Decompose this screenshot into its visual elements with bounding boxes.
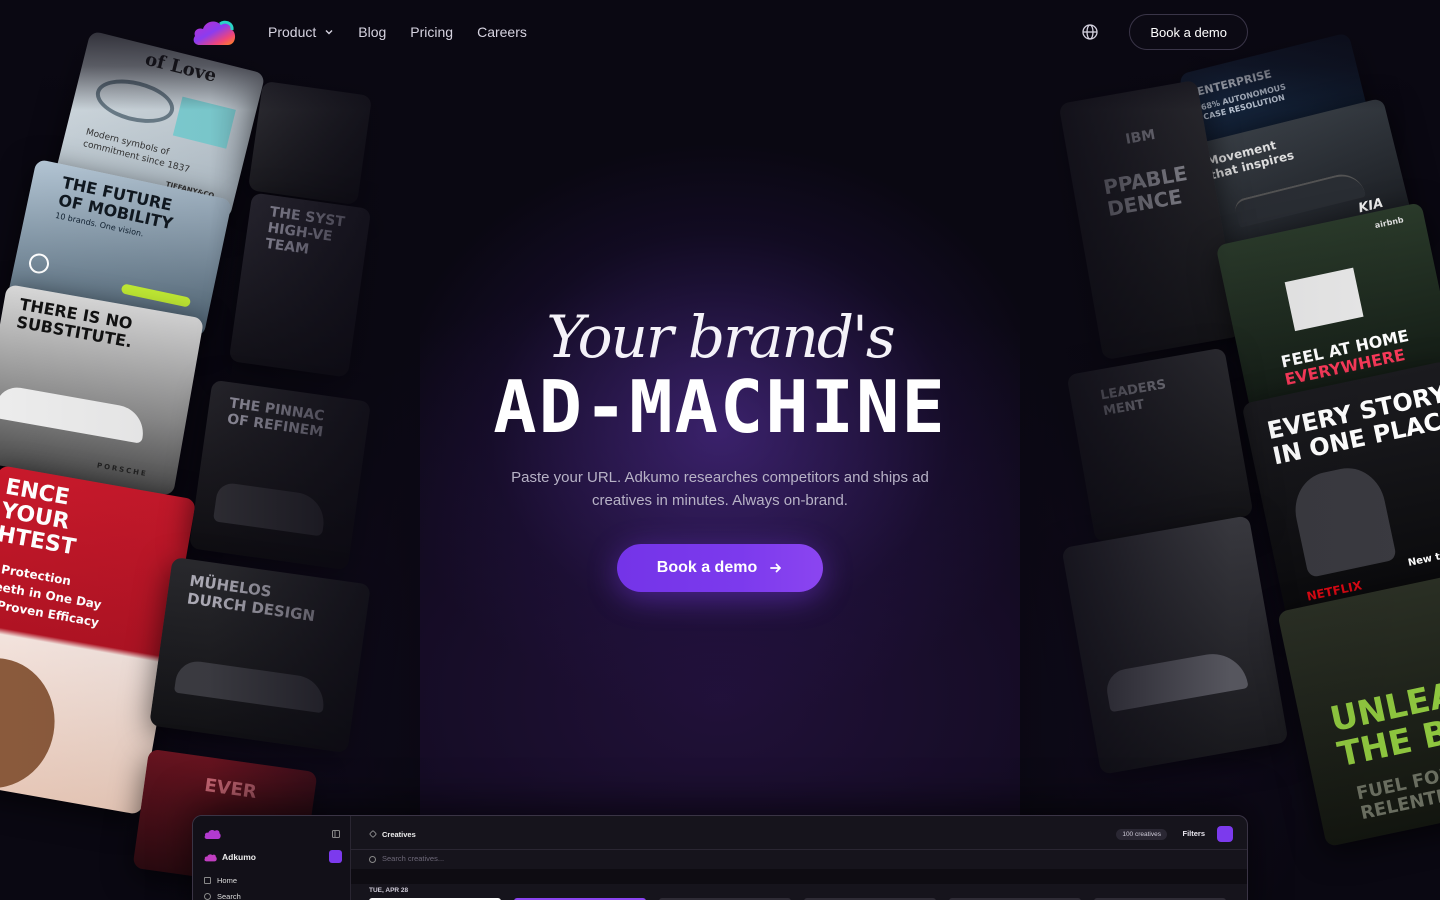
nav-link-label: Pricing	[410, 24, 454, 40]
hero-main-title: AD-MACHINE	[493, 365, 947, 449]
count-badge: 100 creatives	[1116, 829, 1167, 840]
car-shape	[1103, 648, 1249, 713]
workspace-logo-icon	[204, 854, 217, 862]
nav-right: Book a demo	[1081, 14, 1248, 50]
search-input[interactable]: Search creatives...	[382, 854, 444, 863]
gift-box-shape	[172, 96, 236, 149]
app-preview: Adkumo Home Search Creatives 100 creativ…	[192, 815, 1248, 900]
date-group-label: TUE, APR 28	[369, 887, 409, 894]
arrow-right-icon	[770, 563, 782, 573]
cloud-logo-icon	[204, 829, 221, 840]
top-nav: Product Blog Pricing Careers Book a demo	[0, 0, 1440, 64]
hero-subtitle-line: creatives in minutes. Always on-brand.	[592, 492, 848, 509]
thumb-strip	[351, 869, 1247, 884]
sidebar-item-search[interactable]: Search	[217, 892, 241, 900]
search-icon	[204, 893, 211, 900]
hero-subtitle-line: Paste your URL. Adkumo researches compet…	[511, 469, 929, 486]
globe-icon[interactable]	[1081, 23, 1099, 41]
hero-section: Your brand's AD-MACHINE Paste your URL. …	[0, 300, 1440, 592]
hero-subtitle: Paste your URL. Adkumo researches compet…	[490, 466, 950, 512]
sidebar-item-home[interactable]: Home	[217, 876, 237, 885]
nav-pricing[interactable]: Pricing	[410, 24, 453, 40]
bracelet-shape	[91, 72, 179, 131]
home-icon	[204, 877, 211, 884]
nav-careers[interactable]: Careers	[477, 24, 527, 40]
sidebar-toggle-icon[interactable]	[332, 830, 340, 838]
app-sidebar: Adkumo Home Search	[193, 816, 351, 900]
hero-cta-label: Book a demo	[656, 559, 758, 576]
cloud-logo-icon[interactable]	[192, 17, 236, 47]
page-title: Creatives	[382, 830, 416, 839]
nav-link-label: Product	[268, 24, 317, 40]
ad-brand: IBM	[1124, 126, 1157, 148]
hero-book-demo-button[interactable]: Book a demo	[617, 544, 823, 592]
divider	[351, 849, 1247, 850]
nav-links: Product Blog Pricing Careers	[268, 24, 527, 40]
chevron-down-icon	[325, 30, 333, 35]
nav-cta-label: Book a demo	[1150, 24, 1227, 40]
app-main: Creatives 100 creatives Filters Search c…	[351, 816, 1247, 900]
nav-link-label: Blog	[358, 24, 387, 40]
nav-book-demo-button[interactable]: Book a demo	[1129, 14, 1248, 50]
ad-brand: airbnb	[1373, 215, 1405, 231]
nav-link-label: Careers	[477, 24, 527, 40]
ad-card-dark-1	[247, 80, 373, 206]
workspace-name[interactable]: Adkumo	[222, 852, 256, 862]
nav-product[interactable]: Product	[268, 24, 334, 40]
car-shape	[173, 658, 328, 714]
vw-logo-icon	[27, 251, 51, 276]
ad-card-energy: UNLEAS THE BE FUEL FOR RELENTLE	[1277, 572, 1440, 848]
brush-icon	[369, 830, 377, 838]
ad-headline: EVER	[203, 774, 258, 804]
sparkle-button[interactable]	[1217, 826, 1233, 842]
nav-blog[interactable]: Blog	[358, 24, 386, 40]
smiling-face-shape	[0, 648, 65, 798]
search-icon	[369, 856, 376, 863]
new-creative-button[interactable]	[329, 850, 342, 863]
filters-button[interactable]: Filters	[1182, 829, 1205, 838]
hero-script-title: Your brand's	[546, 303, 895, 371]
